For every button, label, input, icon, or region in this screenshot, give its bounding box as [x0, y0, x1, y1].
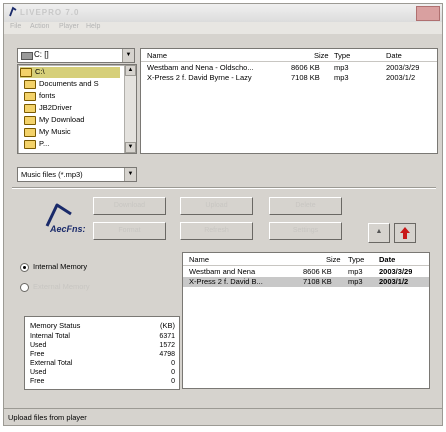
file-type: mp3 — [334, 63, 349, 72]
memory-row: Free 0 — [30, 378, 175, 385]
folder-icon — [24, 127, 36, 137]
table-row[interactable]: X-Press 2 f. David Byrne - Lazy 7108 KB … — [141, 73, 437, 83]
column-size[interactable]: Size — [314, 51, 329, 60]
table-row[interactable]: Westbam and Nena - Oldscho... 8606 KB mp… — [141, 63, 437, 73]
scroll-down-icon[interactable]: ▼ — [125, 142, 136, 153]
external-memory-radio[interactable]: External Memory — [20, 282, 90, 294]
file-date: 2003/1/2 — [379, 277, 409, 286]
window-title: LIVEPRO 7.0 — [20, 8, 80, 17]
folder-item[interactable]: My Music — [24, 127, 71, 138]
memory-row: Internal Total 6371 — [30, 333, 175, 340]
file-size: 8606 KB — [291, 63, 320, 72]
menu-player[interactable]: Player — [59, 23, 79, 30]
menu-file[interactable]: File — [10, 23, 21, 30]
folder-scrollbar[interactable]: ▲ ▼ — [124, 65, 136, 153]
status-bar: Upload files from player — [4, 408, 442, 425]
folder-item[interactable]: JB2Driver — [24, 103, 72, 114]
memory-row: Used 1572 — [30, 342, 175, 349]
file-name: Westbam and Nena - Oldscho... — [147, 63, 254, 72]
download-button[interactable]: Download — [93, 197, 166, 215]
folder-item[interactable]: Documents and S — [24, 79, 99, 90]
memory-row: Free 4798 — [30, 351, 175, 358]
folder-item[interactable]: fonts — [24, 91, 55, 102]
memory-status-title: Memory Status — [30, 321, 81, 330]
folder-item[interactable]: P... — [24, 139, 49, 150]
app-icon — [9, 6, 17, 17]
move-up-button[interactable] — [394, 223, 416, 243]
memory-status-header: Memory Status (KB) — [30, 321, 175, 330]
radio-checked-icon — [20, 262, 29, 272]
settings-button[interactable]: Settings — [269, 222, 342, 240]
drive-icon — [21, 52, 33, 60]
column-type[interactable]: Type — [334, 51, 350, 60]
internal-memory-radio[interactable]: Internal Memory — [20, 262, 87, 274]
file-name: X-Press 2 f. David B... — [189, 277, 263, 286]
upload-button[interactable]: Upload — [180, 197, 253, 215]
pc-file-list[interactable]: Name Size Type Date Westbam and Nena - O… — [140, 48, 438, 154]
close-button[interactable] — [416, 6, 440, 21]
memory-status-panel: Memory Status (KB) Internal Total 6371 Us… — [24, 316, 180, 390]
folder-tree[interactable]: C:\ Documents and S fonts JB2Driver My D… — [17, 64, 137, 154]
status-text: Upload files from player — [8, 413, 87, 422]
file-date: 2003/3/29 — [386, 63, 420, 72]
pc-list-header: Name Size Type Date — [141, 49, 437, 62]
column-name[interactable]: Name — [189, 255, 209, 264]
file-date: 2003/3/29 — [379, 267, 413, 276]
chevron-down-icon[interactable]: ▼ — [122, 49, 134, 62]
folder-item[interactable]: C:\ — [20, 67, 120, 78]
column-date[interactable]: Date — [379, 255, 395, 264]
file-type-label: Music files (*.mp3) — [21, 170, 83, 179]
spin-button[interactable]: ▲ — [368, 223, 390, 243]
file-date: 2003/1/2 — [386, 73, 416, 82]
column-date[interactable]: Date — [386, 51, 402, 60]
player-list-header: Name Size Type Date — [183, 253, 429, 266]
chevron-down-icon[interactable]: ▼ — [124, 168, 136, 181]
folder-icon — [24, 103, 36, 113]
player-file-list[interactable]: Name Size Type Date Westbam and Nena 860… — [182, 252, 430, 389]
table-row[interactable]: X-Press 2 f. David B... 7108 KB mp3 2003… — [183, 277, 429, 287]
format-button[interactable]: Format — [93, 222, 166, 240]
folder-open-icon — [20, 67, 32, 77]
file-size: 7108 KB — [291, 73, 320, 82]
memory-row: Used 0 — [30, 369, 175, 376]
folder-icon — [24, 115, 36, 125]
file-size: 8606 KB — [303, 267, 332, 276]
column-name[interactable]: Name — [147, 51, 167, 60]
column-type[interactable]: Type — [348, 255, 364, 264]
radio-unchecked-icon — [20, 282, 29, 292]
file-size: 7108 KB — [303, 277, 332, 286]
folder-item[interactable]: My Download — [24, 115, 84, 126]
memory-unit: (KB) — [160, 321, 175, 330]
brand-logo-text: AecFns: — [50, 224, 86, 234]
app-window: LIVEPRO 7.0 File Action Player Help C: [… — [3, 3, 443, 426]
menu-bar: File Action Player Help — [4, 22, 442, 34]
folder-icon — [24, 139, 36, 149]
drive-select[interactable]: C: [] ▼ — [17, 48, 135, 63]
delete-button[interactable]: Delete — [269, 197, 342, 215]
memory-row: External Total 0 — [30, 360, 175, 367]
folder-icon — [24, 79, 36, 89]
file-type: mp3 — [348, 267, 363, 276]
red-up-arrow-icon — [400, 227, 410, 239]
arrow-updown-icon: ▲ — [375, 228, 383, 235]
scroll-up-icon[interactable]: ▲ — [125, 65, 136, 76]
title-bar: LIVEPRO 7.0 — [4, 4, 442, 22]
menu-help[interactable]: Help — [86, 23, 100, 30]
drive-label: C: [] — [34, 50, 49, 59]
table-row[interactable]: Westbam and Nena 8606 KB mp3 2003/3/29 — [183, 267, 429, 277]
divider — [12, 187, 436, 189]
file-type: mp3 — [334, 73, 349, 82]
column-size[interactable]: Size — [326, 255, 341, 264]
file-type: mp3 — [348, 277, 363, 286]
file-type-select[interactable]: Music files (*.mp3) ▼ — [17, 167, 137, 182]
refresh-button[interactable]: Refresh — [180, 222, 253, 240]
folder-icon — [24, 91, 36, 101]
file-name: X-Press 2 f. David Byrne - Lazy — [147, 73, 252, 82]
menu-action[interactable]: Action — [30, 23, 49, 30]
file-name: Westbam and Nena — [189, 267, 256, 276]
